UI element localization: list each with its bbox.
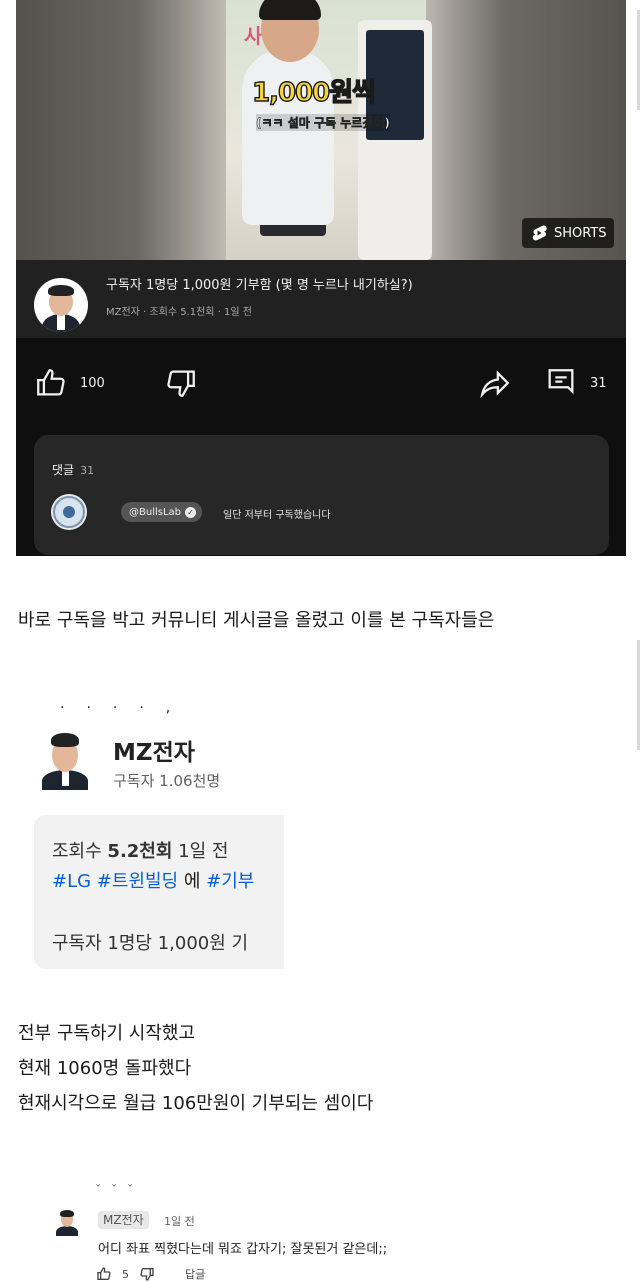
channel-avatar[interactable] (34, 278, 88, 332)
bottom-comment-time: 1일 전 (164, 1215, 195, 1228)
channel-profile-photo[interactable] (40, 728, 90, 790)
video-caption-main: 1,000원씩 (251, 77, 376, 108)
video-actions-bar: 100 31 (16, 338, 626, 434)
channel-subscriber-count: 구독자 1.06천명 (113, 772, 221, 790)
channel-name[interactable]: MZ전자 (113, 733, 195, 767)
shorts-video-thumbnail[interactable]: 사랑 1,000원씩 (ㅋㅋ 설마 구독 누르겠어) SHORTS (16, 0, 626, 260)
shorts-logo-icon (532, 225, 547, 241)
share-icon[interactable] (478, 366, 512, 400)
video-title[interactable]: 구독자 1명당 1,000원 기부함 (몇 명 누르나 내기하실?) (106, 274, 413, 293)
bullslab-logo-icon (53, 496, 85, 528)
bottom-comment-handle[interactable]: MZ전자 (98, 1211, 149, 1229)
community-post-card[interactable]: 조회수 5.2천회 1일 전 #LG #트윈빌딩 에 #기부 구독자 1명당 1… (34, 815, 284, 969)
person-hair (259, 0, 321, 20)
body-paragraph-2-line-2: 현재 1060명 돌파했다 (18, 1058, 192, 1079)
shorts-label: SHORTS (554, 225, 607, 241)
post-body: 구독자 1명당 1,000원 기 (52, 933, 249, 954)
verified-check-icon: ✓ (185, 506, 197, 518)
comments-header: 댓글 31 (52, 461, 94, 478)
comments-preview[interactable]: 댓글 31 @BullsLab ✓ 일단 저부터 구독했습니다 (34, 435, 609, 555)
hashtag-donation[interactable]: #기부 (206, 871, 254, 892)
hashtag-twin-building[interactable]: #트윈빌딩 (97, 871, 178, 892)
like-count: 100 (80, 376, 105, 391)
thumbs-up-icon[interactable] (34, 366, 68, 400)
comment-text: 일단 저부터 구독했습니다 (223, 510, 331, 521)
comment-count: 31 (590, 376, 607, 391)
video-caption-sub: (ㅋㅋ 설마 구독 누르겠어) (256, 114, 390, 131)
post-hashtags: #LG #트윈빌딩 에 #기부 (52, 867, 254, 893)
comment-icon[interactable] (544, 366, 578, 400)
post-meta: 조회수 5.2천회 1일 전 (52, 837, 228, 863)
hashtag-connector: 에 (183, 871, 201, 892)
commenter-handle-text: @BullsLab (129, 506, 182, 518)
hashtag-lg[interactable]: #LG (52, 871, 91, 892)
post-views: 5.2천회 (107, 841, 173, 862)
shorts-card: 사랑 1,000원씩 (ㅋㅋ 설마 구독 누르겠어) SHORTS 구독자 1명… (16, 0, 626, 556)
commenter-avatar[interactable] (51, 494, 87, 530)
video-meta: MZ전자 · 조회수 5.1천회 · 1일 전 (106, 307, 252, 318)
bottom-comment-like-count: 5 (122, 1267, 129, 1281)
video-info-bar: 구독자 1명당 1,000원 기부함 (몇 명 누르나 내기하실?) MZ전자 … (16, 260, 626, 338)
bottom-comment-text: 어디 좌표 찍혔다는데 뭐죠 갑자기; 잘못된거 같은데;; (98, 1242, 388, 1257)
cropped-top-marks-2: ˇˇˇ (95, 1183, 143, 1197)
thumbs-down-icon[interactable] (164, 366, 198, 400)
body-paragraph-2-line-3: 현재시각으로 월급 106만원이 기부되는 셈이다 (18, 1093, 374, 1114)
cropped-top-marks: ····, (60, 700, 193, 716)
post-views-prefix: 조회수 (52, 841, 102, 862)
shorts-badge: SHORTS (522, 218, 614, 248)
post-time: 1일 전 (178, 841, 229, 862)
body-paragraph-2-line-1: 전부 구독하기 시작했고 (18, 1023, 196, 1044)
body-paragraph-1: 바로 구독을 박고 커뮤니티 게시글을 올렸고 이를 본 구독자들은 (18, 610, 495, 631)
commenter-handle[interactable]: @BullsLab ✓ (121, 502, 203, 522)
comments-label: 댓글 (52, 463, 75, 477)
bottom-comment-avatar[interactable] (55, 1208, 79, 1236)
comments-count: 31 (80, 464, 95, 477)
